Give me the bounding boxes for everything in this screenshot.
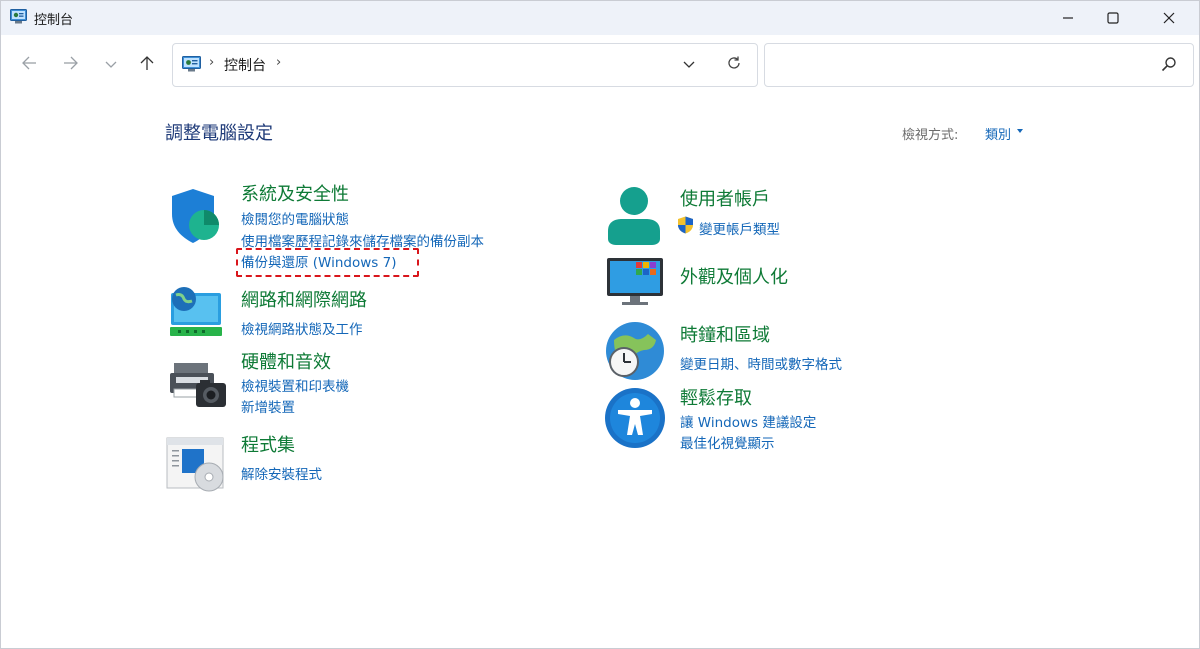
printer-camera-icon[interactable] (166, 359, 228, 419)
link-optimize-visual-display[interactable]: 最佳化視覺顯示 (680, 432, 775, 452)
link-devices-printers[interactable]: 檢視裝置和印表機 (241, 375, 349, 395)
navigation-toolbar: › 控制台 › (1, 35, 1199, 95)
chevron-down-icon (682, 56, 696, 75)
minimize-button[interactable] (1045, 1, 1091, 35)
programs-disc-icon[interactable] (166, 437, 228, 497)
arrow-right-icon (63, 55, 79, 75)
category-user-accounts[interactable]: 使用者帳戶 (680, 185, 770, 211)
control-panel-window: 控制台 › 控制台 › 調整電腦設定 檢視方式: 類別 系統及安全性 檢閱您的電… (0, 0, 1200, 649)
category-system-security[interactable]: 系統及安全性 (241, 180, 349, 206)
category-network-internet[interactable]: 網路和網際網路 (241, 286, 367, 312)
accessibility-icon[interactable] (604, 387, 666, 453)
network-globe-icon[interactable] (166, 285, 226, 345)
up-button[interactable] (135, 53, 159, 77)
category-appearance-personalization[interactable]: 外觀及個人化 (680, 263, 788, 289)
breadcrumb-separator[interactable]: › (276, 55, 281, 70)
chevron-down-icon[interactable] (1017, 129, 1023, 133)
control-panel-app-icon (10, 9, 27, 24)
highlight-box (236, 248, 419, 277)
link-uninstall-program[interactable]: 解除安裝程式 (241, 463, 322, 483)
category-programs[interactable]: 程式集 (241, 431, 295, 457)
user-icon[interactable] (606, 185, 662, 251)
category-hardware-sound[interactable]: 硬體和音效 (241, 348, 331, 374)
link-change-date-time-format[interactable]: 變更日期、時間或數字格式 (680, 353, 842, 373)
uac-shield-icon (677, 216, 694, 238)
category-clock-region[interactable]: 時鐘和區域 (680, 321, 770, 347)
chevron-down-icon (104, 56, 118, 75)
category-ease-of-access[interactable]: 輕鬆存取 (680, 384, 752, 410)
link-network-status[interactable]: 檢視網路狀態及工作 (241, 318, 363, 338)
control-panel-icon (182, 56, 201, 72)
title-bar: 控制台 (1, 1, 1199, 35)
shield-icon[interactable] (166, 187, 224, 249)
monitor-tiles-icon[interactable] (606, 255, 664, 311)
refresh-button[interactable] (722, 54, 746, 76)
recent-locations-button[interactable] (99, 53, 123, 77)
view-by-dropdown[interactable]: 類別 (985, 124, 1011, 143)
close-icon (1163, 12, 1175, 24)
back-button[interactable] (17, 53, 41, 77)
forward-button[interactable] (59, 53, 83, 77)
arrow-left-icon (21, 55, 37, 75)
breadcrumb-control-panel[interactable]: 控制台 (224, 55, 266, 75)
link-change-account-type[interactable]: 變更帳戶類型 (699, 218, 780, 238)
link-add-device[interactable]: 新增裝置 (241, 396, 295, 416)
refresh-icon (726, 55, 742, 75)
close-button[interactable] (1146, 1, 1192, 35)
link-file-history-backup[interactable]: 使用檔案歷程記錄來儲存檔案的備份副本 (241, 230, 484, 250)
maximize-icon (1107, 12, 1119, 24)
view-by-label: 檢視方式: (902, 128, 959, 143)
link-windows-suggest-settings[interactable]: 讓 Windows 建議設定 (680, 411, 816, 431)
window-title: 控制台 (34, 13, 74, 28)
maximize-button[interactable] (1090, 1, 1136, 35)
address-bar[interactable]: › 控制台 › (172, 43, 758, 87)
page-title: 調整電腦設定 (165, 123, 273, 144)
clock-globe-icon[interactable] (604, 320, 666, 386)
search-icon[interactable] (1161, 56, 1177, 76)
address-history-button[interactable] (677, 54, 701, 76)
search-box[interactable] (764, 43, 1194, 87)
link-review-computer-status[interactable]: 檢閱您的電腦狀態 (241, 208, 349, 228)
arrow-up-icon (139, 55, 155, 75)
minimize-icon (1062, 12, 1074, 24)
breadcrumb-separator[interactable]: › (209, 55, 214, 70)
control-panel-content: 調整電腦設定 檢視方式: 類別 系統及安全性 檢閱您的電腦狀態 使用檔案歷程記錄… (1, 95, 1199, 648)
